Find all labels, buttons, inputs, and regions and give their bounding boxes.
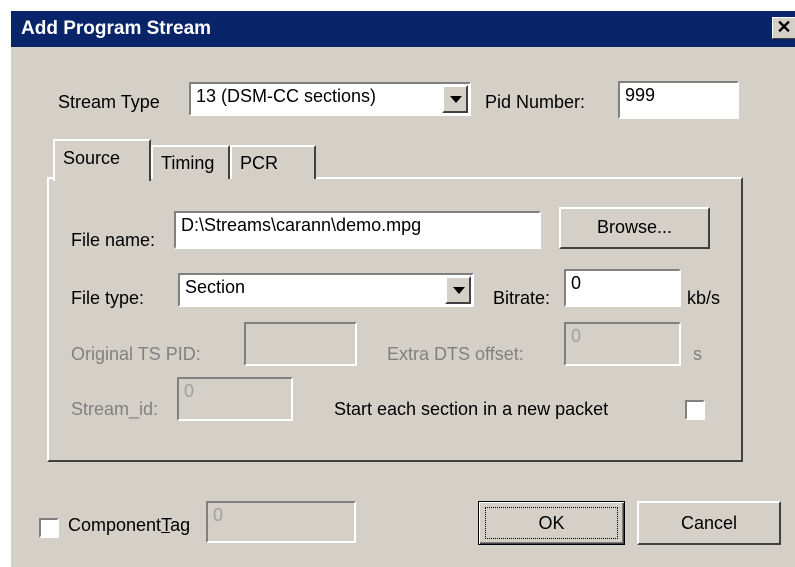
title-bar[interactable]: Add Program Stream ✕ (11, 11, 795, 47)
pid-number-input[interactable]: 999 (618, 81, 739, 119)
extra-dts-offset-unit: s (693, 344, 702, 364)
component-tag-checkbox[interactable] (39, 518, 59, 538)
file-type-value: Section (185, 277, 246, 297)
stream-type-label: Stream Type (58, 92, 160, 112)
component-tag-label: ComponentTag (68, 515, 190, 536)
tab-timing-label: Timing (161, 153, 215, 173)
original-ts-pid-input[interactable] (244, 322, 357, 366)
file-name-label: File name: (71, 230, 156, 250)
new-packet-label: Start each section in a new packet (334, 399, 609, 419)
component-tag-value: 0 (213, 505, 224, 525)
add-program-stream-dialog: Add Program Stream ✕ Stream Type 13 (DSM… (10, 10, 795, 567)
component-tag-accelerator: T (161, 515, 171, 535)
stream-type-dropdown-arrow-icon[interactable] (442, 85, 468, 113)
tab-source-label: Source (63, 148, 121, 168)
bitrate-unit: kb/s (687, 288, 721, 308)
pid-number-label: Pid Number: (485, 92, 586, 112)
tab-source[interactable]: Source (53, 139, 151, 181)
extra-dts-offset-value: 0 (571, 326, 582, 346)
stream-type-value: 13 (DSM-CC sections) (196, 86, 377, 106)
stream-id-input[interactable]: 0 (177, 377, 293, 421)
tab-timing[interactable]: Timing (151, 145, 230, 179)
cancel-button[interactable]: Cancel (637, 501, 781, 545)
tab-pcr-label: PCR (240, 153, 279, 173)
close-icon: ✕ (776, 17, 792, 37)
browse-button[interactable]: Browse... (559, 207, 710, 249)
extra-dts-offset-input[interactable]: 0 (564, 322, 681, 366)
stream-id-value: 0 (184, 381, 195, 401)
file-type-label: File type: (71, 288, 145, 308)
bitrate-input[interactable]: 0 (564, 269, 681, 307)
component-tag-input[interactable]: 0 (206, 501, 356, 543)
extra-dts-offset-label: Extra DTS offset: (387, 344, 524, 364)
file-name-input[interactable]: D:\Streams\carann\demo.mpg (174, 211, 541, 249)
stream-type-select[interactable]: 13 (DSM-CC sections) (189, 82, 471, 116)
component-tag-label-start: Component (68, 515, 162, 535)
stream-id-label: Stream_id: (71, 399, 159, 419)
bitrate-value: 0 (571, 273, 582, 293)
pid-number-value: 999 (625, 85, 656, 105)
original-ts-pid-label: Original TS PID: (71, 344, 201, 364)
ok-button[interactable]: OK (478, 501, 625, 545)
component-tag-label-end: ag (170, 515, 191, 535)
tab-pcr[interactable]: PCR (230, 145, 316, 179)
file-type-dropdown-arrow-icon[interactable] (445, 276, 471, 304)
bitrate-label: Bitrate: (493, 288, 551, 308)
file-type-select[interactable]: Section (178, 273, 474, 307)
file-name-value: D:\Streams\carann\demo.mpg (181, 215, 422, 235)
close-button[interactable]: ✕ (772, 17, 795, 39)
dialog-title: Add Program Stream (21, 18, 212, 39)
new-packet-checkbox[interactable] (685, 400, 705, 420)
focus-rectangle (485, 507, 618, 539)
